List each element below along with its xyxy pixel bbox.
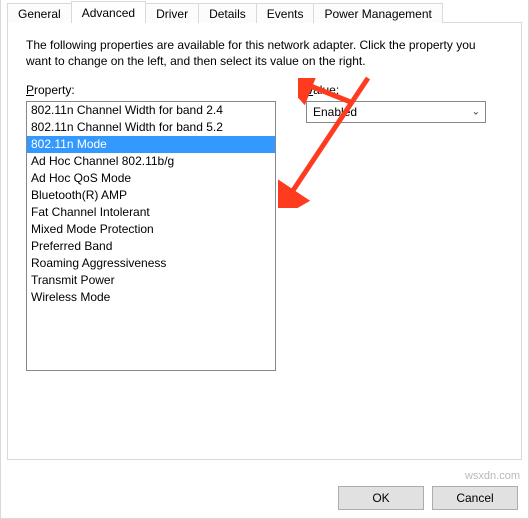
tab-power-management[interactable]: Power Management [313,3,442,23]
tab-advanced[interactable]: Advanced [71,1,146,23]
tab-panel-advanced: The following properties are available f… [7,22,522,460]
property-listbox[interactable]: 802.11n Channel Width for band 2.4802.11… [26,101,276,371]
property-item[interactable]: Mixed Mode Protection [27,221,275,238]
tab-details[interactable]: Details [198,3,257,23]
value-select[interactable]: Enabled [306,101,486,123]
value-select-wrap: Enabled ⌄ [306,101,486,123]
property-item[interactable]: Roaming Aggressiveness [27,255,275,272]
property-label: Property: [26,83,286,97]
value-label: Value: [306,83,503,97]
cancel-button[interactable]: Cancel [432,486,518,510]
value-column: Value: Enabled ⌄ [306,83,503,371]
panel-description: The following properties are available f… [26,37,503,69]
property-item[interactable]: 802.11n Channel Width for band 5.2 [27,119,275,136]
panel-columns: Property: 802.11n Channel Width for band… [26,83,503,371]
property-item[interactable]: Ad Hoc Channel 802.11b/g [27,153,275,170]
tab-strip: General Advanced Driver Details Events P… [1,1,528,23]
tab-events[interactable]: Events [256,3,315,23]
property-item[interactable]: Fat Channel Intolerant [27,204,275,221]
property-item[interactable]: Ad Hoc QoS Mode [27,170,275,187]
property-item[interactable]: 802.11n Mode [27,136,275,153]
dialog-footer: OK Cancel [338,486,518,510]
device-properties-window: General Advanced Driver Details Events P… [0,0,529,519]
property-item[interactable]: Preferred Band [27,238,275,255]
property-item[interactable]: Bluetooth(R) AMP [27,187,275,204]
watermark-text: wsxdn.com [465,470,520,482]
property-item[interactable]: Transmit Power [27,272,275,289]
tab-general[interactable]: General [7,3,72,23]
tab-driver[interactable]: Driver [145,3,199,23]
property-item[interactable]: Wireless Mode [27,289,275,306]
property-column: Property: 802.11n Channel Width for band… [26,83,286,371]
property-item[interactable]: 802.11n Channel Width for band 2.4 [27,102,275,119]
ok-button[interactable]: OK [338,486,424,510]
